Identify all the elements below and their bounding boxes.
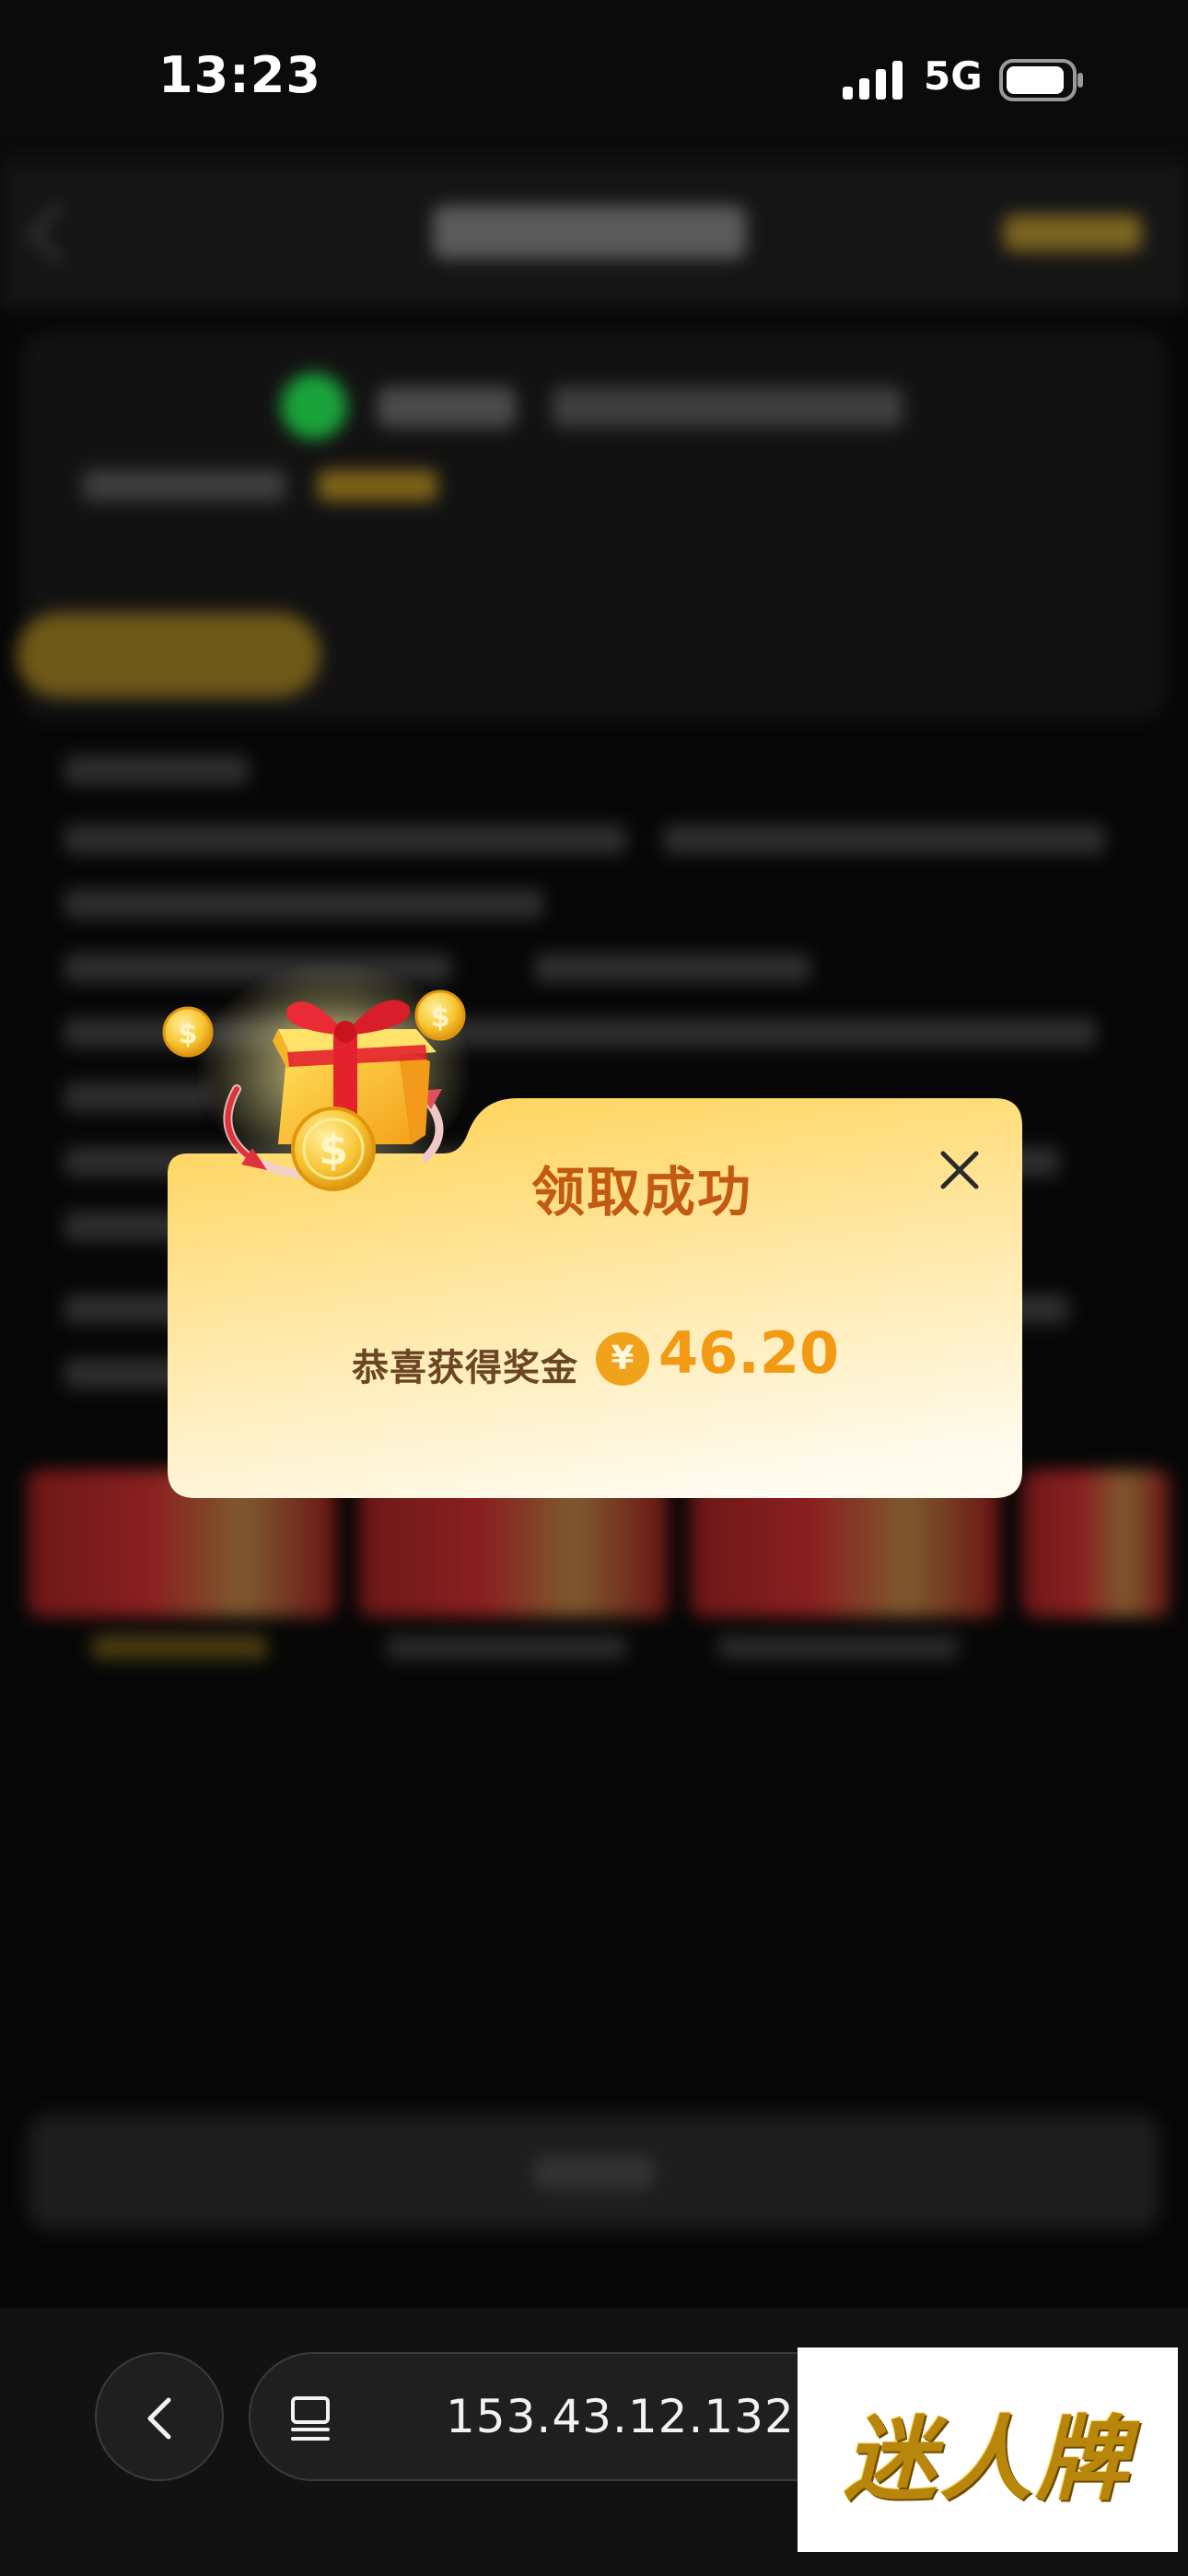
back-button[interactable] (95, 2352, 224, 2481)
chevron-left-icon (147, 2397, 171, 2440)
close-button[interactable] (923, 1133, 996, 1207)
reward-dialog: 领取成功 恭喜获得奖金 ¥ 46.20 $ $ $ (162, 960, 1022, 1498)
watermark-text: 迷人牌 (844, 2405, 1132, 2513)
close-icon (940, 1151, 979, 1189)
reward-amount: 46.20 (658, 1319, 840, 1387)
status-time: 13:23 (158, 46, 321, 104)
reward-label: 恭喜获得奖金 (352, 1347, 578, 1389)
signal-bars-icon (843, 61, 903, 100)
svg-text:$: $ (319, 1125, 348, 1175)
yuan-coin-icon: ¥ (596, 1332, 649, 1386)
battery-icon (999, 59, 1083, 101)
watermark: 迷人牌 (798, 2348, 1178, 2552)
gift-box-coins-icon: $ $ $ (162, 960, 472, 1191)
address-text[interactable]: 153.43.12.132 (446, 2390, 795, 2443)
dialog-title: 领取成功 (531, 1161, 753, 1224)
network-type: 5G (924, 53, 983, 99)
svg-text:$: $ (179, 1018, 198, 1050)
svg-text:$: $ (431, 1001, 450, 1034)
tabs-icon[interactable] (287, 2393, 339, 2444)
